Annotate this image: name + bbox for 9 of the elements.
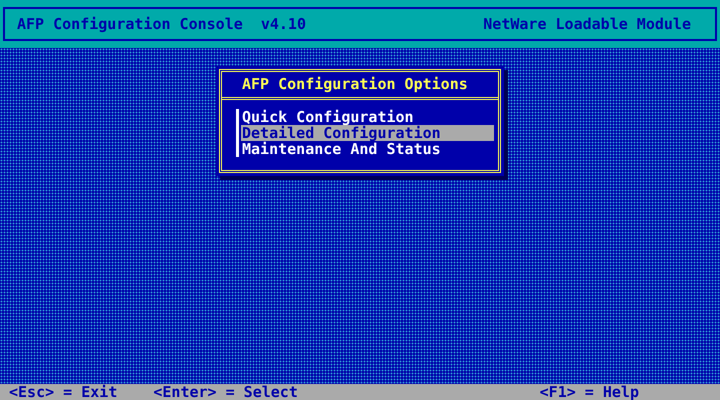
menu-item[interactable]: Quick Configuration <box>241 109 494 125</box>
key-hint: <Enter> = Select <box>153 384 298 400</box>
key-hint: <F1> = Help <box>540 384 639 400</box>
menu-item[interactable]: Maintenance And Status <box>241 141 494 157</box>
key-hint: <Esc> = Exit <box>9 384 118 400</box>
menu-title: AFP Configuration Options <box>242 74 468 96</box>
module-label: NetWare Loadable Module <box>483 14 691 35</box>
menu-item[interactable]: Detailed Configuration <box>241 125 494 141</box>
app-title: AFP Configuration Console v4.10 <box>17 14 306 35</box>
